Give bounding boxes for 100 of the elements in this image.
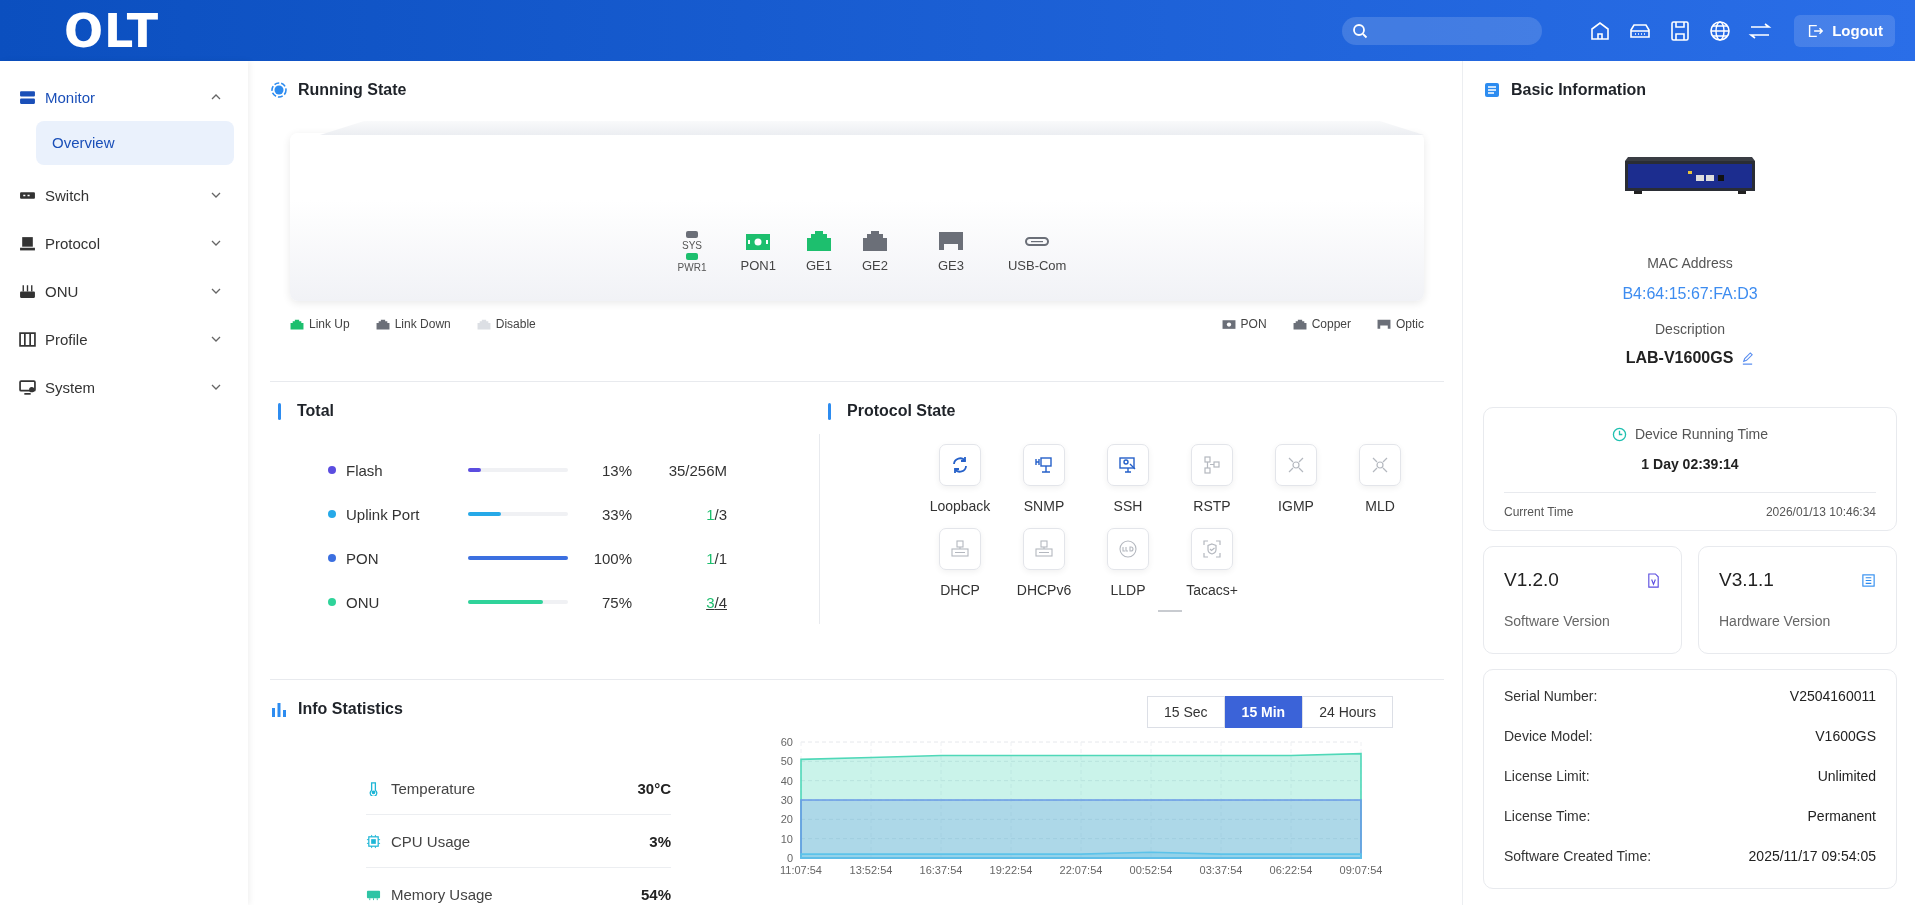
x-tick-label: 16:37:54: [919, 864, 963, 876]
legend-label: Disable: [495, 317, 536, 331]
logo[interactable]: OLT: [64, 3, 160, 58]
detail-label: Software Created Time:: [1504, 848, 1652, 866]
cpu-icon: [366, 833, 381, 849]
clock-icon: [1611, 426, 1627, 442]
legend-label: Link Up: [309, 317, 350, 331]
section-title: Running State: [298, 81, 407, 99]
detail-value: Unlimited: [1817, 768, 1876, 786]
protocol-shield-icon[interactable]: [1191, 528, 1233, 570]
current-time-value: 2026/01/13 10:46:34: [1765, 505, 1876, 519]
percent-text: 33%: [600, 505, 632, 523]
x-tick-label: 00:52:54: [1129, 864, 1173, 876]
legend-label: Link Down: [394, 317, 451, 331]
led-label: SYS: [682, 240, 702, 251]
range-tab[interactable]: 24 Hours: [1302, 696, 1393, 728]
current-time-label: Current Time: [1504, 505, 1574, 519]
x-tick-label: 19:22:54: [989, 864, 1033, 876]
target-icon: [270, 81, 288, 99]
description-value: LAB-V1600GS: [1625, 349, 1734, 367]
detail-label: Device Model:: [1504, 728, 1593, 746]
copper-port-icon[interactable]: [861, 230, 888, 252]
section-title: Protocol State: [847, 402, 956, 420]
server-icon: [19, 88, 36, 106]
detail-label: Serial Number:: [1504, 688, 1598, 706]
detail-value: 2025/11/17 09:54:05: [1748, 848, 1876, 866]
protocol-label: DHCPv6: [1016, 582, 1072, 598]
x-tick-label: 22:07:54: [1059, 864, 1103, 876]
protocol-label: SNMP: [1023, 498, 1065, 514]
detail-value: Permanent: [1807, 808, 1876, 826]
nav-item[interactable]: System: [0, 363, 248, 411]
version-label: Software Version: [1504, 613, 1611, 629]
led-label: PWR1: [677, 262, 707, 273]
port-label: GE3: [937, 258, 964, 273]
stat-value: 30°C: [637, 779, 671, 797]
x-tick-label: 13:52:54: [849, 864, 893, 876]
copper-port-icon[interactable]: [805, 230, 832, 252]
stat-label: CPU Usage: [391, 832, 472, 850]
total-label: PON: [346, 549, 380, 567]
protocol-snmp-icon[interactable]: [1023, 444, 1065, 486]
protocol-label: SSH: [1113, 498, 1143, 514]
version-value: V3.1.1: [1719, 569, 1774, 591]
detail-value: V2504160011: [1789, 688, 1876, 706]
version-value: V1.2.0: [1504, 569, 1559, 591]
edit-icon[interactable]: [1741, 351, 1755, 365]
count-value: 1/3: [705, 505, 727, 523]
protocol-ssh-icon[interactable]: [1107, 444, 1149, 486]
stat-value: 54%: [640, 885, 671, 903]
y-tick-label: 10: [780, 832, 793, 845]
nav-subitem[interactable]: Overview: [36, 121, 234, 165]
total-label: ONU: [346, 593, 381, 611]
detail-label: License Time:: [1504, 808, 1591, 826]
protocol-label: LLDP: [1110, 582, 1146, 598]
section-title: Basic Information: [1511, 81, 1647, 99]
x-tick-label: 06:22:54: [1269, 864, 1313, 876]
logout-button[interactable]: Logout: [1794, 14, 1895, 47]
nav-item[interactable]: Monitor: [0, 73, 248, 121]
section-title: Total: [297, 402, 335, 420]
optic-port-icon[interactable]: [937, 230, 964, 252]
legend-label: Copper: [1311, 317, 1351, 331]
protocol-loop-icon[interactable]: [939, 444, 981, 486]
y-tick-label: 20: [780, 813, 793, 826]
profile-icon: [19, 330, 36, 348]
detail-label: License Limit:: [1504, 768, 1590, 786]
version-label: Hardware Version: [1719, 613, 1832, 629]
usage-value: 35/256M: [667, 461, 727, 479]
nav-item[interactable]: Profile: [0, 315, 248, 363]
mac-label: MAC Address: [1647, 255, 1733, 271]
search-field[interactable]: [1342, 16, 1543, 45]
protocol-label: Tacacs+: [1186, 582, 1238, 598]
x-tick-label: 11:07:54: [780, 864, 822, 876]
range-tab[interactable]: 15 Sec: [1147, 696, 1225, 728]
stat-label: Memory Usage: [391, 885, 494, 903]
total-label: Uplink Port: [346, 505, 421, 523]
x-tick-label: 09:07:54: [1339, 864, 1383, 876]
protocol-lldp-icon[interactable]: [1107, 528, 1149, 570]
total-label: Flash: [346, 461, 384, 479]
protocol-label: MLD: [1365, 498, 1395, 514]
detail-value: V1600GS: [1815, 728, 1876, 746]
nav-item[interactable]: Switch: [0, 171, 248, 219]
chip-icon: [1861, 572, 1876, 588]
section-title: Info Statistics: [298, 700, 403, 718]
protocol-label: RSTP: [1193, 498, 1231, 514]
globe-icon[interactable]: [1708, 18, 1733, 43]
system-icon: [19, 378, 36, 396]
port-label: PON1: [740, 258, 776, 273]
count-link[interactable]: 3/4: [632, 593, 727, 611]
nav-item[interactable]: ONU: [0, 267, 248, 315]
port-label: USB-Com: [1007, 258, 1067, 273]
file-icon: [1646, 572, 1661, 588]
running-time-label: Device Running Time: [1634, 426, 1769, 442]
protocol-label: Loopback: [929, 498, 991, 514]
count-value: 1/1: [705, 549, 727, 567]
protocol-tree-icon[interactable]: [1191, 444, 1233, 486]
range-tab[interactable]: 15 Min: [1224, 696, 1303, 728]
stat-label: Temperature: [391, 779, 477, 797]
y-tick-label: 50: [780, 755, 793, 768]
nav-item[interactable]: Protocol: [0, 219, 248, 267]
protocol-label: IGMP: [1278, 498, 1314, 514]
protocol-icon: [19, 234, 36, 252]
